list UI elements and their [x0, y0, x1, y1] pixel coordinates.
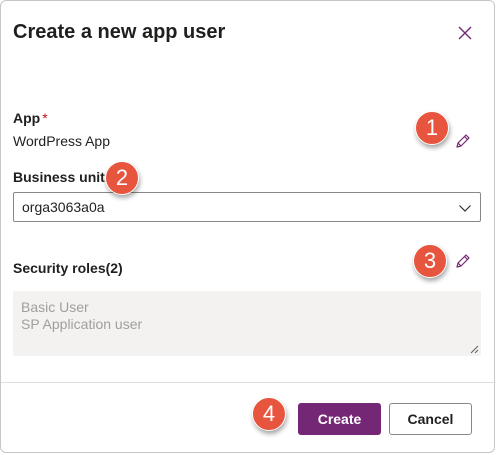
role-item: Basic User: [21, 299, 89, 315]
business-unit-value: orga3063a0a: [22, 199, 105, 215]
pencil-icon: [456, 254, 470, 268]
resize-handle-icon[interactable]: [470, 345, 479, 354]
chevron-down-icon: [459, 205, 471, 212]
footer-divider: [1, 382, 496, 383]
callout-marker: 1: [415, 111, 449, 145]
role-item: SP Application user: [21, 316, 143, 332]
callout-marker: 3: [413, 244, 447, 278]
required-marker: *: [42, 110, 48, 126]
edit-app-button[interactable]: [453, 131, 473, 151]
edit-security-roles-button[interactable]: [453, 251, 473, 271]
create-button[interactable]: Create: [298, 403, 381, 435]
business-unit-label-text: Business unit: [13, 169, 105, 185]
app-label-text: App: [13, 110, 41, 126]
dialog-title: Create a new app user: [13, 21, 226, 43]
cancel-button[interactable]: Cancel: [389, 403, 472, 435]
callout-marker: 2: [105, 161, 139, 195]
pencil-icon: [456, 134, 470, 148]
callout-marker: 4: [252, 397, 286, 431]
close-button[interactable]: [453, 21, 477, 45]
security-roles-textarea[interactable]: Basic User SP Application user: [13, 291, 481, 356]
close-icon: [458, 26, 472, 40]
create-app-user-dialog: Create a new app user App * WordPress App…: [0, 0, 496, 453]
app-value: WordPress App: [13, 133, 111, 149]
app-label: App *: [13, 110, 48, 126]
business-unit-select[interactable]: orga3063a0a: [13, 192, 481, 222]
security-roles-label: Security roles(2): [13, 260, 123, 276]
business-unit-label: Business unit*: [13, 169, 112, 185]
